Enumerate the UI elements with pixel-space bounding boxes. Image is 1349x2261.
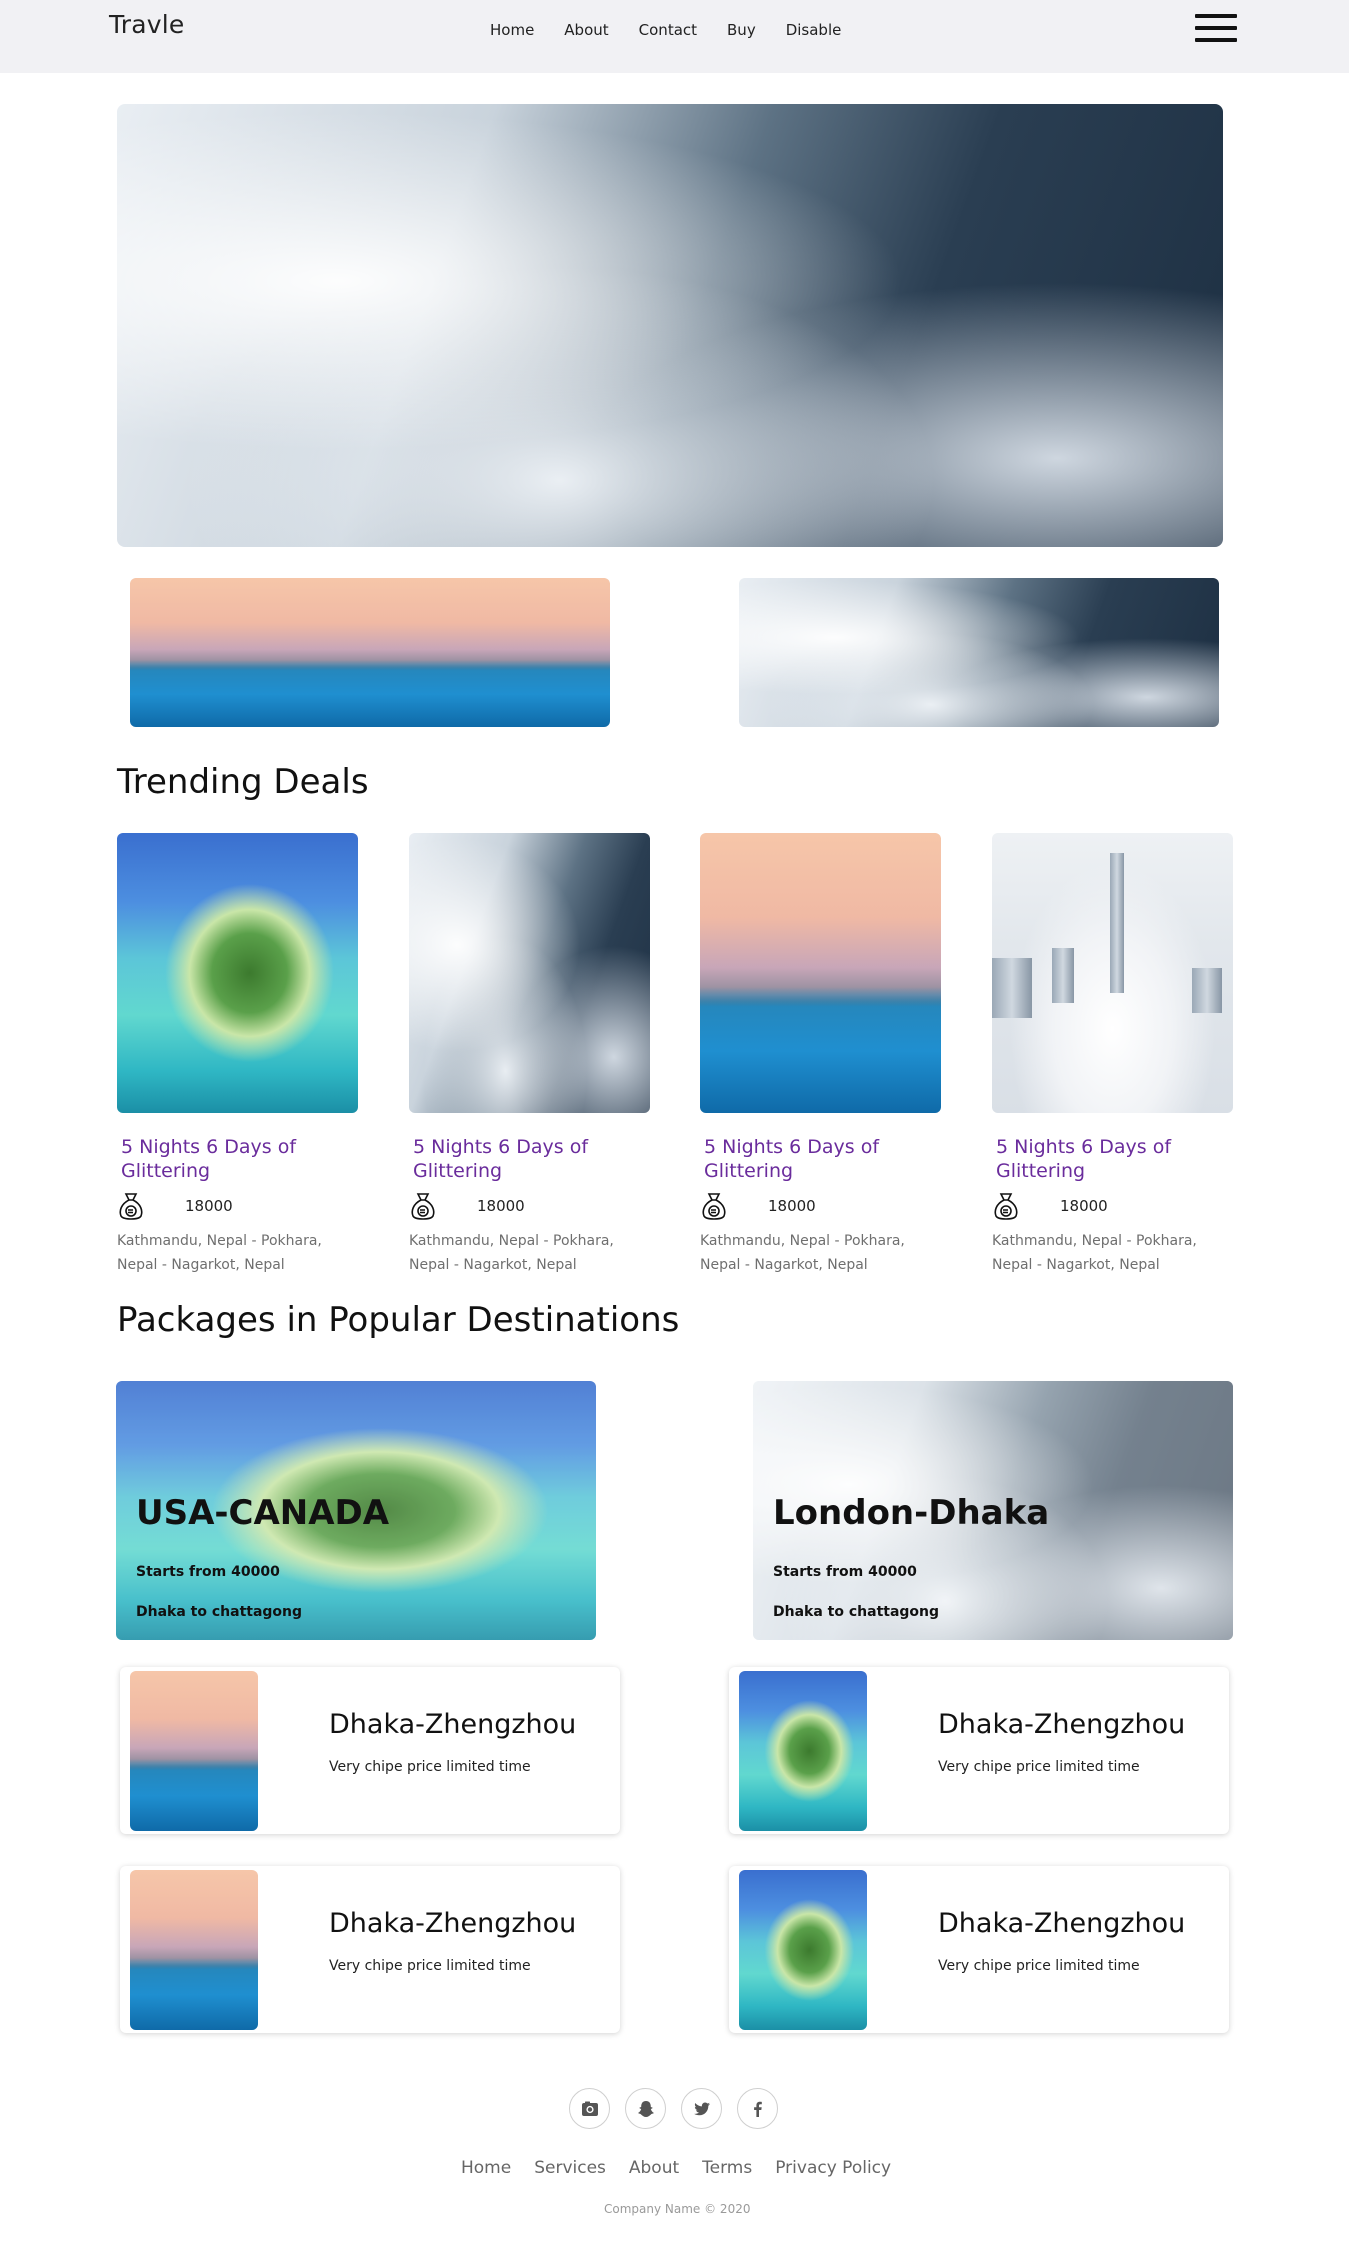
- nav-link-disable[interactable]: Disable: [786, 20, 842, 40]
- package-name: USA-CANADA: [136, 1493, 390, 1533]
- facebook-icon[interactable]: [737, 2088, 778, 2129]
- offer-card[interactable]: Dhaka-Zhengzhou Very chipe price limited…: [120, 1667, 620, 1834]
- twitter-icon[interactable]: [681, 2088, 722, 2129]
- package-route: Dhaka to chattagong: [136, 1604, 303, 1620]
- banner-image-pool: [130, 578, 610, 727]
- deal-price: 18000: [1060, 1197, 1108, 1215]
- footer-link-about[interactable]: About: [629, 2158, 679, 2178]
- nav-link-about[interactable]: About: [564, 20, 608, 40]
- social-links: [569, 2088, 793, 2129]
- offer-subtitle: Very chipe price limited time: [329, 1958, 531, 1974]
- footer-link-services[interactable]: Services: [534, 2158, 606, 2178]
- offer-card[interactable]: Dhaka-Zhengzhou Very chipe price limited…: [729, 1866, 1229, 2033]
- offer-image: [739, 1870, 867, 2030]
- money-bag-euro-icon: [702, 1193, 726, 1220]
- money-bag-euro-icon: [411, 1193, 435, 1220]
- deal-card[interactable]: 5 Nights 6 Days of Glittering 18000 Kath…: [992, 833, 1233, 1277]
- offer-title: Dhaka-Zhengzhou: [938, 1709, 1186, 1740]
- deal-title[interactable]: 5 Nights 6 Days of Glittering: [996, 1135, 1233, 1183]
- offer-subtitle: Very chipe price limited time: [329, 1759, 531, 1775]
- deal-image: [117, 833, 358, 1113]
- deal-price: 18000: [477, 1197, 525, 1215]
- deal-location: Kathmandu, Nepal - Pokhara, Nepal - Naga…: [700, 1233, 905, 1273]
- nav-link-buy[interactable]: Buy: [727, 20, 756, 40]
- deal-card[interactable]: 5 Nights 6 Days of Glittering 18000 Kath…: [409, 833, 650, 1277]
- deal-price-row: 18000: [409, 1191, 650, 1221]
- deal-price-row: 18000: [117, 1191, 358, 1221]
- footer-link-privacy-policy[interactable]: Privacy Policy: [775, 2158, 891, 2178]
- footer-links: Home Services About Terms Privacy Policy: [461, 2158, 914, 2178]
- package-name: London-Dhaka: [773, 1493, 1050, 1533]
- copyright: Company Name © 2020: [604, 2202, 751, 2216]
- nav-link-contact[interactable]: Contact: [639, 20, 697, 40]
- deal-price-row: 18000: [700, 1191, 941, 1221]
- deal-image: [992, 833, 1233, 1113]
- nav-link-home[interactable]: Home: [490, 20, 534, 40]
- featured-package-card[interactable]: USA-CANADA Starts from 40000 Dhaka to ch…: [116, 1381, 596, 1640]
- snapchat-icon[interactable]: [625, 2088, 666, 2129]
- offer-image: [130, 1870, 258, 2030]
- deal-title[interactable]: 5 Nights 6 Days of Glittering: [413, 1135, 650, 1183]
- offer-image: [130, 1671, 258, 1831]
- deal-location: Kathmandu, Nepal - Pokhara, Nepal - Naga…: [117, 1233, 322, 1273]
- packages-title: Packages in Popular Destinations: [117, 1300, 680, 1340]
- package-starts: Starts from 40000: [773, 1564, 917, 1580]
- offer-title: Dhaka-Zhengzhou: [329, 1709, 577, 1740]
- navbar: Travle Home About Contact Buy Disable: [0, 0, 1349, 73]
- offer-subtitle: Very chipe price limited time: [938, 1958, 1140, 1974]
- deal-price: 18000: [185, 1197, 233, 1215]
- offer-subtitle: Very chipe price limited time: [938, 1759, 1140, 1775]
- trending-deals-title: Trending Deals: [117, 762, 369, 802]
- deal-title[interactable]: 5 Nights 6 Days of Glittering: [121, 1135, 358, 1183]
- deal-image: [409, 833, 650, 1113]
- footer-link-home[interactable]: Home: [461, 2158, 511, 2178]
- package-starts: Starts from 40000: [136, 1564, 280, 1580]
- deal-location: Kathmandu, Nepal - Pokhara, Nepal - Naga…: [992, 1233, 1197, 1273]
- money-bag-euro-icon: [994, 1193, 1018, 1220]
- deal-price-row: 18000: [992, 1191, 1233, 1221]
- offer-card[interactable]: Dhaka-Zhengzhou Very chipe price limited…: [729, 1667, 1229, 1834]
- instagram-icon[interactable]: [569, 2088, 610, 2129]
- package-route: Dhaka to chattagong: [773, 1604, 940, 1620]
- deal-card[interactable]: 5 Nights 6 Days of Glittering 18000 Kath…: [700, 833, 941, 1277]
- deal-title[interactable]: 5 Nights 6 Days of Glittering: [704, 1135, 941, 1183]
- deal-card[interactable]: 5 Nights 6 Days of Glittering 18000 Kath…: [117, 833, 358, 1277]
- hero-image: [117, 104, 1223, 547]
- offer-card[interactable]: Dhaka-Zhengzhou Very chipe price limited…: [120, 1866, 620, 2033]
- nav-links: Home About Contact Buy Disable: [490, 20, 871, 40]
- offer-title: Dhaka-Zhengzhou: [329, 1908, 577, 1939]
- footer-link-terms[interactable]: Terms: [702, 2158, 752, 2178]
- offer-title: Dhaka-Zhengzhou: [938, 1908, 1186, 1939]
- hamburger-icon[interactable]: [1195, 14, 1237, 44]
- featured-package-card[interactable]: London-Dhaka Starts from 40000 Dhaka to …: [753, 1381, 1233, 1640]
- deal-price: 18000: [768, 1197, 816, 1215]
- brand-logo[interactable]: Travle: [109, 10, 185, 39]
- banner-image-fog: [739, 578, 1219, 727]
- deal-image: [700, 833, 941, 1113]
- deal-location: Kathmandu, Nepal - Pokhara, Nepal - Naga…: [409, 1233, 614, 1273]
- money-bag-euro-icon: [119, 1193, 143, 1220]
- offer-image: [739, 1671, 867, 1831]
